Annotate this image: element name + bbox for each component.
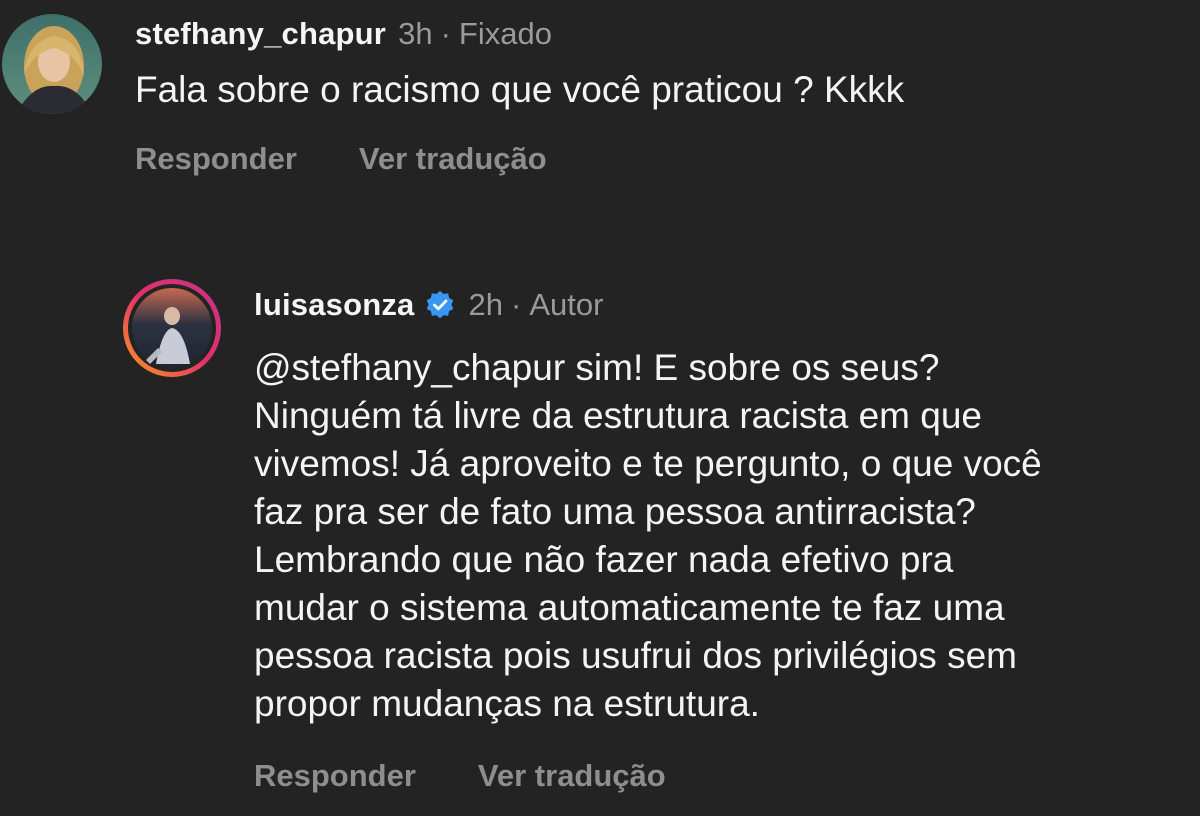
author-label: Autor [529,287,604,322]
timestamp: 2h [468,287,503,322]
reply-button[interactable]: Responder [135,141,297,177]
comment-actions: Responder Ver tradução [254,758,666,794]
comment-text-line: mudar o sistema automaticamente te faz u… [254,587,1005,628]
comment-text-line: propor mudanças na estrutura. [254,683,760,724]
comment-text-line: @stefhany_chapur sim! E sobre os seus? [254,347,940,388]
comment-text: @stefhany_chapur sim! E sobre os seus? N… [254,344,1042,728]
comment-meta: stefhany_chapur 3h · Fixado [135,16,552,52]
pinned-label: Fixado [458,16,552,51]
avatar-stefhany[interactable] [2,14,102,114]
comment-text-line: pessoa racista pois usufrui dos privilég… [254,635,1017,676]
reply-button[interactable]: Responder [254,758,416,794]
comment-text: Fala sobre o racismo que você praticou ?… [135,66,904,114]
comment-actions: Responder Ver tradução [135,141,547,177]
verified-badge-icon [425,290,455,320]
timestamp: 3h [398,16,433,51]
comment-text-line: Fala sobre o racismo que você praticou ?… [135,69,905,110]
comment-text-line: faz pra ser de fato uma pessoa antirraci… [254,491,976,532]
see-translation-button[interactable]: Ver tradução [478,758,666,794]
comment-meta: luisasonza 2h · Autor [254,287,603,323]
see-translation-button[interactable]: Ver tradução [359,141,547,177]
comment-luisasonza: luisasonza 2h · Autor @stefhany_chapur s… [0,270,1200,816]
avatar-luisasonza[interactable] [122,278,222,378]
separator: · [510,287,522,322]
comment-text-line: Ninguém tá livre da estrutura racista em… [254,395,983,436]
username[interactable]: stefhany_chapur [135,16,386,52]
separator: · [440,16,451,51]
comment-text-line: Lembrando que não fazer nada efetivo pra [254,539,954,580]
comments-screen: stefhany_chapur 3h · Fixado Fala sobre o… [0,0,1200,816]
comment-stefhany: stefhany_chapur 3h · Fixado Fala sobre o… [0,0,1200,200]
comment-text-line: vivemos! Já aproveito e te pergunto, o q… [254,443,1042,484]
username[interactable]: luisasonza [254,287,415,323]
